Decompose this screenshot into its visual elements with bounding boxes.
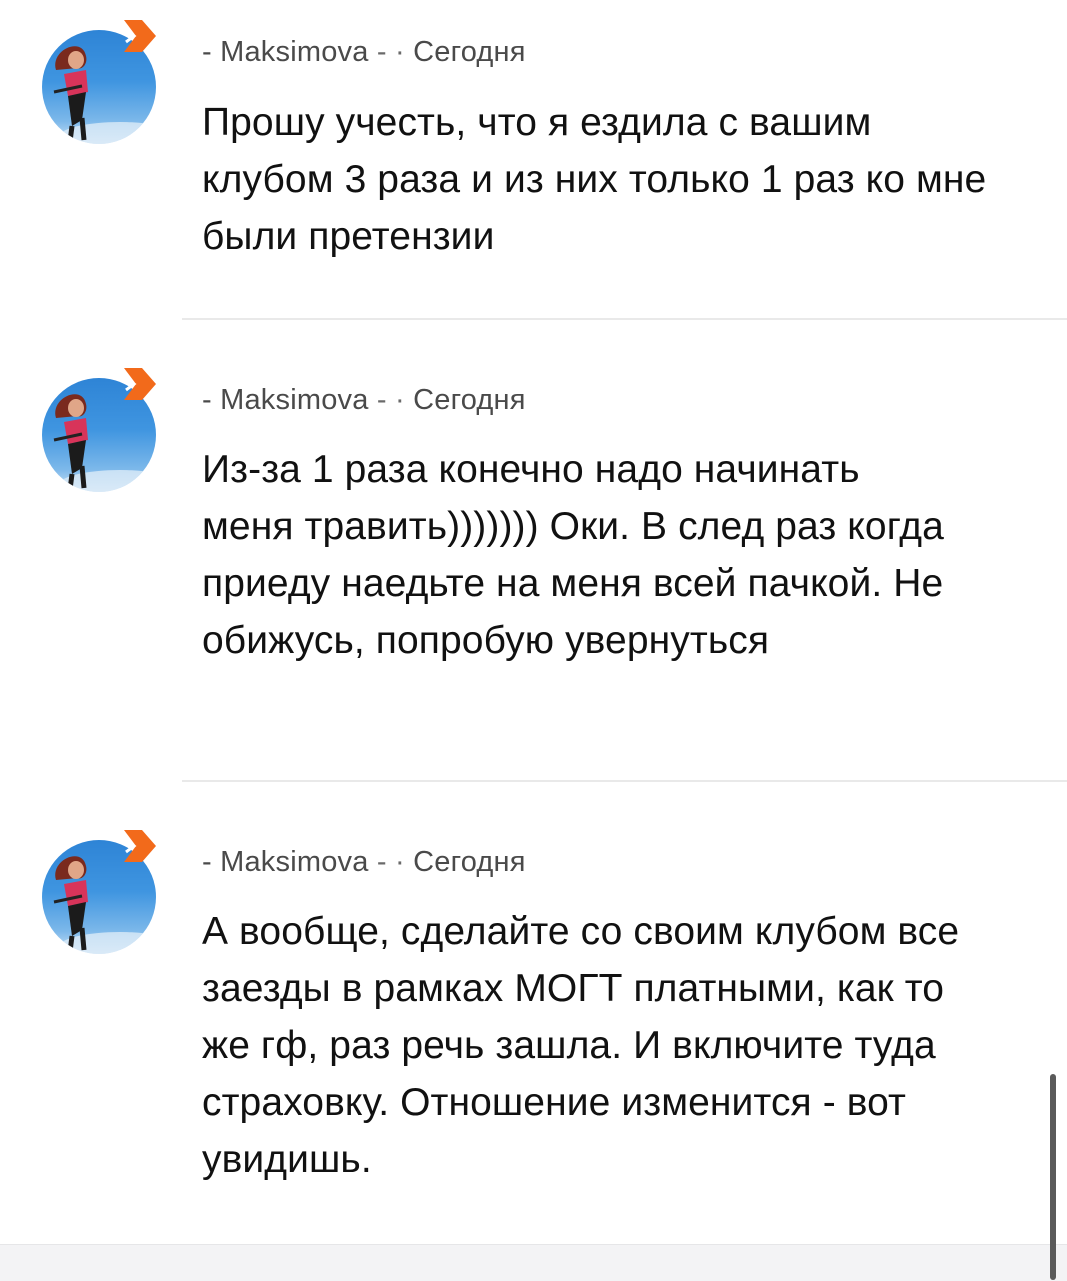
- comment-meta: - Maksimova - · Сегодня: [202, 846, 526, 879]
- comment-meta: - Maksimova - · Сегодня: [202, 36, 526, 69]
- meta-prefix: -: [202, 384, 212, 416]
- meta-separator: - ·: [376, 36, 405, 68]
- odnoklassniki-chevron-icon: [124, 368, 156, 400]
- comment-text: Из-за 1 раза конечно надо начинать меня …: [202, 448, 944, 662]
- comment-time: Сегодня: [413, 384, 526, 416]
- meta-prefix: -: [202, 36, 212, 68]
- comment-text: Прошу учесть, что я ездила с вашим клубо…: [202, 101, 987, 258]
- avatar-container[interactable]: [42, 20, 160, 144]
- scrollbar-thumb[interactable]: [1050, 1074, 1056, 1280]
- comment-time: Сегодня: [413, 846, 526, 878]
- avatar-container[interactable]: [42, 830, 160, 954]
- comment-time: Сегодня: [413, 36, 526, 68]
- avatar-container[interactable]: [42, 368, 160, 492]
- odnoklassniki-chevron-icon: [124, 20, 156, 52]
- meta-separator: - ·: [376, 384, 405, 416]
- comment-divider: [182, 318, 1067, 320]
- comment-author[interactable]: Maksimova: [220, 846, 368, 878]
- comment-author[interactable]: Maksimova: [220, 36, 368, 68]
- meta-separator: - ·: [376, 846, 405, 878]
- comment-meta: - Maksimova - · Сегодня: [202, 384, 526, 417]
- bottom-bar: [0, 1244, 1067, 1281]
- odnoklassniki-chevron-icon: [124, 830, 156, 862]
- comment-text: А вообще, сделайте со своим клубом все з…: [202, 910, 960, 1181]
- comment-divider: [182, 780, 1067, 782]
- comment-author[interactable]: Maksimova: [220, 384, 368, 416]
- meta-prefix: -: [202, 846, 212, 878]
